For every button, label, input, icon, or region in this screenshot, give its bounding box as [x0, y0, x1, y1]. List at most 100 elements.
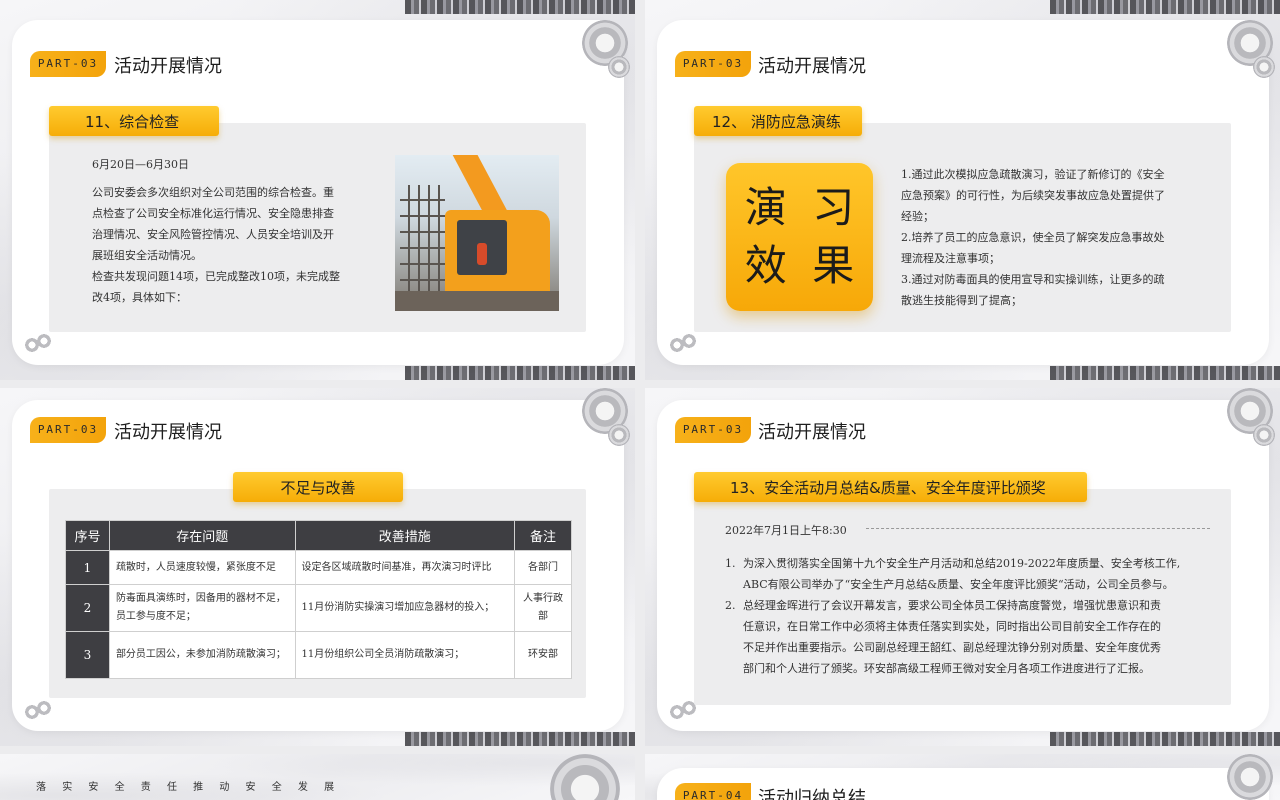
- effect-line: 应急预案》的可行性，为后续突发事故应急处置提供了: [901, 189, 1165, 202]
- issue-cell: 防毒面具演练时，因备用的器材不足，员工参与度不足；: [108, 584, 296, 632]
- part-title: 活动开展情况: [114, 422, 222, 443]
- part-badge: PART-03: [30, 51, 106, 77]
- paragraph-line: 检查共发现问题14项，已完成整改10项，未完成整: [92, 270, 340, 283]
- column-header: 改善措施: [294, 520, 516, 551]
- motto-line: 落 实 安 全 责 任 推 动 安 全 发 展: [36, 778, 350, 793]
- column-header: 存在问题: [108, 520, 296, 551]
- effect-line: 1.通过此次模拟应急疏散演习，验证了新修订的《安全: [901, 168, 1165, 181]
- inspection-paragraph: 公司安委会多次组织对全公司范围的综合检查。重 点检查了公司安全标准化运行情况、安…: [92, 182, 372, 308]
- part-title: 活动开展情况: [114, 56, 222, 77]
- issue-cell: 部分员工因公，未参加消防疏散演习；: [108, 631, 296, 679]
- motto-char: 全: [114, 782, 125, 793]
- skyline-decoration: [1050, 0, 1280, 14]
- motto-char: 责: [140, 782, 151, 793]
- effect-line: 2.培养了员工的应急意识，使全员了解突发应急事故处: [901, 231, 1165, 244]
- row-number: 3: [65, 631, 110, 679]
- gear-icon: [1227, 754, 1273, 800]
- row-number: 1: [65, 550, 110, 585]
- skyline-decoration: [405, 366, 635, 380]
- list-line: 不足并作出重要指示。公司副总经理王韶红、副总经理沈铮分别对质量、安全年度优秀: [743, 641, 1161, 654]
- part-title: 活动开展情况: [758, 422, 866, 443]
- motto-char: 发: [297, 782, 308, 793]
- dotted-divider: [866, 528, 1210, 529]
- note-cell: 人事行政部: [514, 584, 572, 632]
- part-title: 活动开展情况: [758, 56, 866, 77]
- paragraph-line: 点检查了公司安全标准化运行情况、安全隐患排查: [92, 207, 334, 220]
- paragraph-line: 改4项，具体如下：: [92, 291, 187, 304]
- note-cell: 环安部: [514, 631, 572, 679]
- motto-char: 动: [219, 782, 230, 793]
- date-line: 2022年7月1日上午8:30: [725, 524, 847, 537]
- slide-motto-partial[interactable]: [0, 754, 635, 800]
- motto-char: 实: [62, 782, 73, 793]
- part-badge: PART-03: [675, 51, 751, 77]
- motto-char: 安: [245, 782, 256, 793]
- section-tab: 不足与改善: [233, 472, 403, 502]
- motto-char: 全: [271, 782, 282, 793]
- motto-char: 展: [324, 782, 335, 793]
- gear-icon: [669, 700, 697, 720]
- measure-cell: 设定各区域疏散时间基准，再次演习时评比: [294, 550, 516, 585]
- skyline-decoration: [1050, 366, 1280, 380]
- part-title: 活动归纳总结: [758, 788, 866, 800]
- list-line: 为深入贯彻落实全国第十九个安全生产月活动和总结2019-2022年度质量、安全考…: [743, 557, 1181, 570]
- measure-cell: 11月份消防实操演习增加应急器材的投入；: [294, 584, 516, 632]
- section-tab: 12、 消防应急演练: [694, 106, 862, 136]
- drill-effects-list: 1.通过此次模拟应急疏散演习，验证了新修订的《安全 应急预案》的可行性，为后续突…: [901, 164, 1201, 311]
- part-badge: PART-03: [675, 417, 751, 443]
- summary-list: 1. 为深入贯彻落实全国第十九个安全生产月活动和总结2019-2022年度质量、…: [725, 553, 1215, 679]
- part-badge: PART-03: [30, 417, 106, 443]
- gear-icon: [608, 56, 630, 78]
- list-line: 部门和个人进行了颁奖。环安部高级工程师王微对安全月各项工作进度进行了汇报。: [743, 662, 1150, 675]
- date-line: 6月20日—6月30日: [92, 158, 189, 171]
- big-char: 习: [812, 183, 855, 232]
- motto-char: 任: [166, 782, 177, 793]
- gear-icon: [24, 700, 52, 720]
- big-char: 效: [744, 241, 787, 290]
- section-tab: 11、综合检查: [49, 106, 219, 136]
- table-row: 1 疏散时，人员速度较慢，紧张度不足 设定各区域疏散时间基准，再次演习时评比 各…: [65, 550, 572, 585]
- part-badge: PART-04: [675, 783, 751, 800]
- skyline-decoration: [405, 732, 635, 746]
- list-line: ABC有限公司举办了“安全生产月总结&质量、安全年度评比颁奖“活动，公司全员参与…: [743, 578, 1174, 591]
- gear-icon: [1253, 56, 1275, 78]
- table-header-row: 序号 存在问题 改善措施 备注: [65, 520, 572, 551]
- list-line: 任意识，在日常工作中必须将主体责任落实到实处，同时指出公司目前安全工作存在的: [743, 620, 1161, 633]
- gear-icon: [1253, 424, 1275, 446]
- motto-char: 落: [36, 782, 46, 793]
- drill-effect-box: 演 习 效 果: [726, 163, 873, 311]
- note-cell: 各部门: [514, 550, 572, 585]
- table-row: 2 防毒面具演练时，因备用的器材不足，员工参与度不足； 11月份消防实操演习增加…: [65, 584, 572, 632]
- column-header: 序号: [65, 520, 110, 551]
- gear-icon: [669, 333, 697, 353]
- marble-background: [0, 754, 635, 800]
- motto-char: 安: [88, 782, 99, 793]
- effect-line: 散逃生技能得到了提高；: [901, 294, 1022, 307]
- list-number: 1.: [725, 557, 736, 570]
- effect-line: 经验；: [901, 210, 934, 223]
- motto-char: 推: [193, 782, 204, 793]
- list-item: 2. 总经理金晖进行了会议开幕发言，要求公司全体员工保持高度警觉，增强忧患意识和…: [725, 595, 1215, 679]
- paragraph-line: 公司安委会多次组织对全公司范围的综合检查。重: [92, 186, 334, 199]
- effect-line: 理流程及注意事项；: [901, 252, 1000, 265]
- gear-icon: [608, 424, 630, 446]
- list-number: 2.: [725, 599, 736, 612]
- paragraph-line: 治理情况、安全风险管控情况、人员安全培训及开: [92, 228, 334, 241]
- big-char: 果: [812, 241, 855, 290]
- list-item: 1. 为深入贯彻落实全国第十九个安全生产月活动和总结2019-2022年度质量、…: [725, 553, 1215, 595]
- skyline-decoration: [1050, 732, 1280, 746]
- effect-line: 3.通过对防毒面具的使用宣导和实操训练，让更多的疏: [901, 273, 1165, 286]
- section-tab: 13、安全活动月总结&质量、安全年度评比颁奖: [694, 472, 1087, 502]
- big-char: 演: [744, 183, 787, 232]
- column-header: 备注: [514, 520, 572, 551]
- issue-cell: 疏散时，人员速度较慢，紧张度不足: [108, 550, 296, 585]
- table-row: 3 部分员工因公，未参加消防疏散演习； 11月份组织公司全员消防疏散演习； 环安…: [65, 631, 572, 679]
- paragraph-line: 展班组安全活动情况。: [92, 249, 202, 262]
- issues-table: 序号 存在问题 改善措施 备注 1 疏散时，人员速度较慢，紧张度不足 设定各区域…: [65, 520, 572, 679]
- measure-cell: 11月份组织公司全员消防疏散演习；: [294, 631, 516, 679]
- row-number: 2: [65, 584, 110, 632]
- list-line: 总经理金晖进行了会议开幕发言，要求公司全体员工保持高度警觉，增强忧患意识和责: [743, 599, 1161, 612]
- crane-photo: [395, 155, 559, 311]
- gear-icon: [24, 333, 52, 353]
- skyline-decoration: [405, 0, 635, 14]
